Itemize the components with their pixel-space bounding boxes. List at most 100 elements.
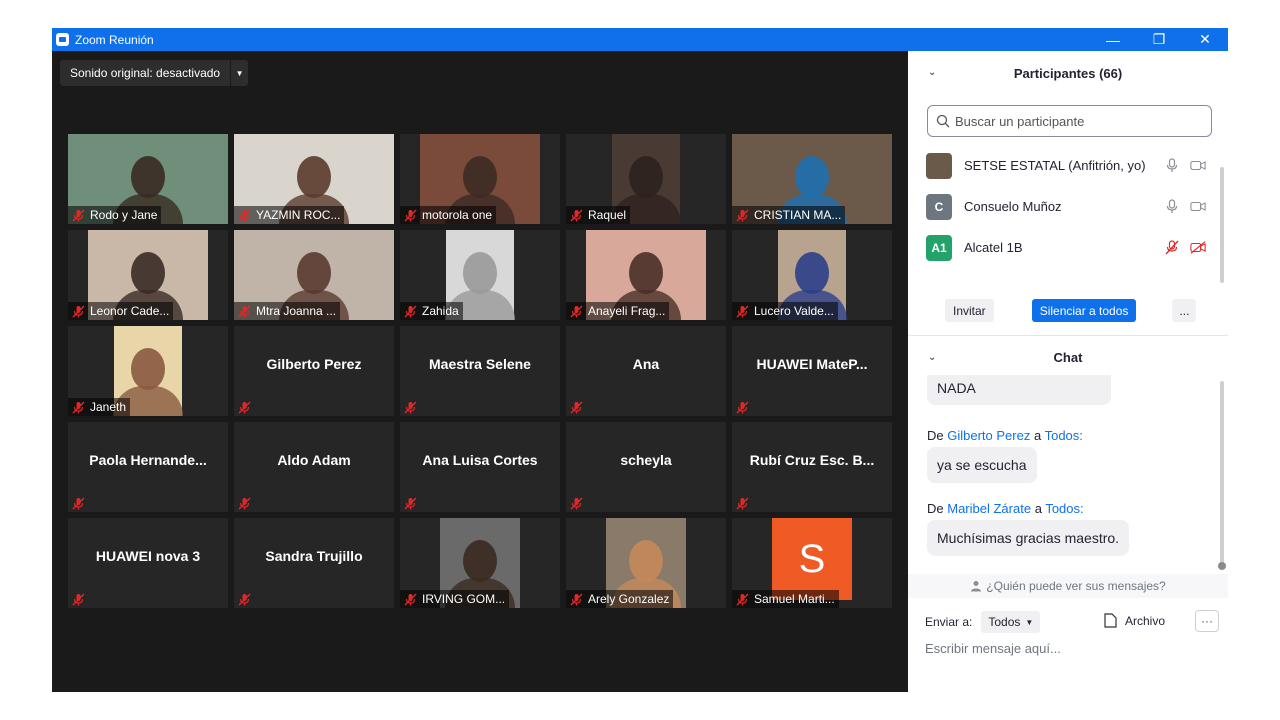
mic-muted-icon [70,304,86,318]
participants-title: Participantes (66) [1013,65,1123,81]
original-sound-button[interactable]: Sonido original: desactivado ▼ [60,60,249,86]
mic-muted-icon[interactable] [1164,240,1180,258]
participant-name-center: Maestra Selene [429,356,531,372]
participant-tile[interactable]: Sandra Trujillo [234,518,394,608]
minimize-icon[interactable]: — [1090,28,1136,51]
participant-label: Raquel [566,206,631,224]
who-can-see-text: ¿Quién puede ver sus mensajes? [986,579,1166,593]
camera-icon[interactable] [1190,158,1206,176]
avatar: A1 [926,234,952,261]
participant-tile[interactable]: S Samuel Marti... [732,518,892,608]
participant-search-input[interactable]: Buscar un participante [927,105,1212,137]
participant-silhouette [629,156,663,198]
participant-tile[interactable]: Ana [566,326,726,416]
participant-name-center: Gilberto Perez [266,356,362,372]
participant-name: Leonor Cade... [90,304,170,318]
participant-name: Raquel [588,208,627,222]
participant-name-center: HUAWEI nova 3 [95,548,201,564]
participant-row[interactable]: C Consuelo Muñoz [908,186,1228,227]
file-button[interactable]: Archivo [1104,613,1165,628]
participant-tile[interactable]: IRVING GOM... [400,518,560,608]
chat-more-button[interactable]: ··· [1195,610,1219,632]
participant-label [732,398,758,416]
participant-silhouette [131,348,165,390]
chevron-down-icon[interactable]: ▼ [230,60,248,86]
participant-name-center: Aldo Adam [277,452,351,468]
mic-muted-icon [568,496,584,510]
participant-tile[interactable]: Ana Luisa Cortes [400,422,560,512]
participant-name: Arely Gonzalez [588,592,670,606]
file-icon [1104,613,1117,628]
participant-row[interactable]: SETSE ESTATAL (Anfitrión, yo) [908,145,1228,186]
participant-tile[interactable]: CRISTIAN MA... [732,134,892,224]
participant-tile[interactable]: motorola one [400,134,560,224]
file-label: Archivo [1125,613,1166,628]
close-icon[interactable]: ✕ [1182,28,1228,51]
participant-tile[interactable]: HUAWEI MateP... [732,326,892,416]
camera-icon[interactable] [1190,199,1206,217]
person-icon [971,581,982,592]
participant-tile[interactable]: Arely Gonzalez [566,518,726,608]
participant-row[interactable]: A1 Alcatel 1B [908,227,1228,268]
participant-tile[interactable]: Zahida [400,230,560,320]
mute-all-button[interactable]: Silenciar a todos [1031,299,1137,322]
participant-tile[interactable]: Lucero Valde... [732,230,892,320]
mic-muted-icon [236,592,252,606]
participant-label [566,494,592,512]
participant-tile[interactable]: Leonor Cade... [68,230,228,320]
chat-message-input[interactable]: Escribir mensaje aquí... [925,641,1061,656]
restore-icon[interactable]: ❐ [1136,28,1182,51]
participant-tile[interactable]: Aldo Adam [234,422,394,512]
mic-muted-icon [402,496,418,510]
camera-off-icon[interactable] [1190,240,1206,258]
participant-tile[interactable]: Raquel [566,134,726,224]
mic-muted-icon [734,208,750,222]
participant-silhouette [629,252,663,294]
participant-tile[interactable]: scheyla [566,422,726,512]
participant-tile[interactable]: Rubí Cruz Esc. B... [732,422,892,512]
mic-muted-icon [70,208,86,222]
participant-label: Mtra Joanna ... [234,302,341,320]
participant-label [566,398,592,416]
microphone-icon[interactable] [1164,158,1180,176]
invite-button[interactable]: Invitar [945,299,994,322]
participant-tile[interactable]: Janeth [68,326,228,416]
mic-muted-icon [70,592,86,606]
who-can-see-link[interactable]: ¿Quién puede ver sus mensajes? [908,574,1228,598]
participant-label: Arely Gonzalez [566,590,674,608]
participant-tile[interactable]: Rodo y Jane [68,134,228,224]
participant-label: CRISTIAN MA... [732,206,846,224]
participant-tile[interactable]: Mtra Joanna ... [234,230,394,320]
mic-muted-icon [568,208,584,222]
participant-silhouette [131,252,165,294]
chat-message: Muchísimas gracias maestro. [927,520,1130,556]
participant-tile[interactable]: Paola Hernande... [68,422,228,512]
participant-tile[interactable]: Maestra Selene [400,326,560,416]
participant-label: Janeth [68,398,131,416]
participant-tile[interactable]: Gilberto Perez [234,326,394,416]
send-to-dropdown[interactable]: Todos ▼ [981,611,1041,633]
chevron-down-icon[interactable]: ⌄ [928,67,936,78]
participant-label: Lucero Valde... [732,302,838,320]
send-to-row: Enviar a: Todos ▼ Archivo ··· [925,610,1219,634]
participant-tile[interactable]: YAZMIN ROC... [234,134,394,224]
chat-scrollbar[interactable] [1220,381,1224,567]
participant-name-center: Sandra Trujillo [265,548,363,564]
chat-scroll-handle[interactable] [1218,562,1226,570]
video-gallery: Sonido original: desactivado ▼ Rodo y Ja… [52,51,908,692]
mic-muted-icon [402,400,418,414]
participant-name-center: HUAWEI MateP... [756,356,868,372]
more-options-button[interactable]: ... [1172,299,1197,322]
participant-tile[interactable]: HUAWEI nova 3 [68,518,228,608]
mic-muted-icon [70,496,86,510]
chevron-down-icon[interactable]: ⌄ [928,352,936,363]
mic-muted-icon [568,592,584,606]
chat-title: Chat [1053,349,1083,365]
participant-silhouette [463,540,497,582]
participant-list-scrollbar[interactable] [1220,167,1224,283]
participant-name: motorola one [422,208,493,222]
participant-label: motorola one [400,206,497,224]
participant-silhouette [629,540,663,582]
participant-tile[interactable]: Anayeli Frag... [566,230,726,320]
microphone-icon[interactable] [1164,199,1180,217]
